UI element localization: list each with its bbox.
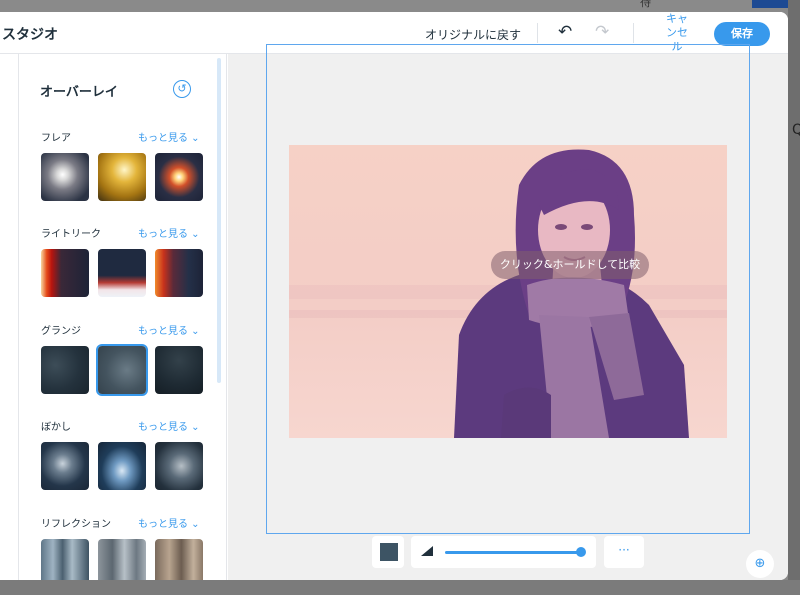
overlay-thumb-flare-1[interactable] — [41, 153, 89, 201]
revert-to-original-button[interactable]: オリジナルに戻す — [425, 26, 521, 43]
overlay-thumb-light-leak-1[interactable] — [41, 249, 89, 297]
color-swatch — [380, 543, 398, 561]
background-letter: Q — [792, 122, 800, 138]
overlay-color-button[interactable] — [372, 536, 404, 568]
studio-title: スタジオ — [2, 27, 58, 43]
category-label-light-leak: ライトリーク — [41, 229, 101, 240]
category-label-grunge: グランジ — [41, 326, 81, 337]
intensity-slider-track[interactable] — [445, 551, 581, 554]
overlay-thumb-flare-3[interactable] — [155, 153, 203, 201]
background-page — [788, 0, 800, 595]
overlay-thumb-reflection-2[interactable] — [98, 539, 146, 580]
overlay-thumb-reflection-3[interactable] — [155, 539, 203, 580]
redo-icon[interactable]: ↷ — [595, 22, 609, 42]
see-more-light-leak[interactable]: もっと見る ⌄ — [138, 225, 200, 240]
photo-image — [289, 145, 727, 438]
compare-hint: クリック&ホールドして比較 — [491, 251, 649, 279]
panel-scrollbar[interactable] — [217, 58, 221, 383]
more-icon: ··· — [618, 543, 630, 557]
background-footer — [0, 580, 800, 595]
overlay-thumb-light-leak-2[interactable] — [98, 249, 146, 297]
overlay-thumb-reflection-1[interactable] — [41, 539, 89, 580]
overlay-panel: オーバーレイ ↺ フレア もっと見る ⌄ ライトリーク もっと見る ⌄ グランジ… — [19, 54, 227, 580]
see-more-grunge[interactable]: もっと見る ⌄ — [138, 322, 200, 337]
overlay-thumb-blur-1[interactable] — [41, 442, 89, 490]
category-label-reflection: リフレクション — [41, 519, 111, 530]
see-more-blur[interactable]: もっと見る ⌄ — [138, 418, 200, 433]
intensity-slider-knob[interactable] — [576, 547, 586, 557]
undo-icon[interactable]: ↶ — [558, 22, 572, 42]
see-more-flare[interactable]: もっと見る ⌄ — [138, 129, 200, 144]
tool-sidebar — [0, 54, 19, 580]
header-divider — [633, 23, 634, 43]
editing-canvas: クリック&ホールドして比較 ··· ⊕ — [228, 44, 788, 580]
overlay-thumb-blur-2[interactable] — [98, 442, 146, 490]
category-label-flare: フレア — [41, 133, 71, 144]
intensity-control — [411, 536, 596, 568]
overlay-thumb-blur-3[interactable] — [155, 442, 203, 490]
edited-photo[interactable]: クリック&ホールドして比較 — [289, 145, 727, 438]
header-divider — [537, 23, 538, 43]
background-text: 待 — [640, 0, 651, 9]
category-label-blur: ぼかし — [41, 422, 71, 433]
overlay-thumb-light-leak-3[interactable] — [155, 249, 203, 297]
intensity-icon — [421, 546, 433, 556]
overlay-thumb-grunge-2[interactable] — [98, 346, 146, 394]
reset-icon[interactable]: ↺ — [173, 80, 191, 98]
photo-studio-modal: スタジオ オリジナルに戻す ↶ ↷ キャンセル 保存 オーバーレイ ↺ フレア … — [0, 12, 788, 580]
overlay-thumb-flare-2[interactable] — [98, 153, 146, 201]
panel-title: オーバーレイ — [40, 85, 118, 100]
zoom-in-icon[interactable]: ⊕ — [746, 550, 774, 578]
more-options-button[interactable]: ··· — [604, 536, 644, 568]
overlay-thumb-grunge-1[interactable] — [41, 346, 89, 394]
save-button[interactable]: 保存 — [714, 22, 770, 46]
see-more-reflection[interactable]: もっと見る ⌄ — [138, 515, 200, 530]
overlay-thumb-grunge-3[interactable] — [155, 346, 203, 394]
